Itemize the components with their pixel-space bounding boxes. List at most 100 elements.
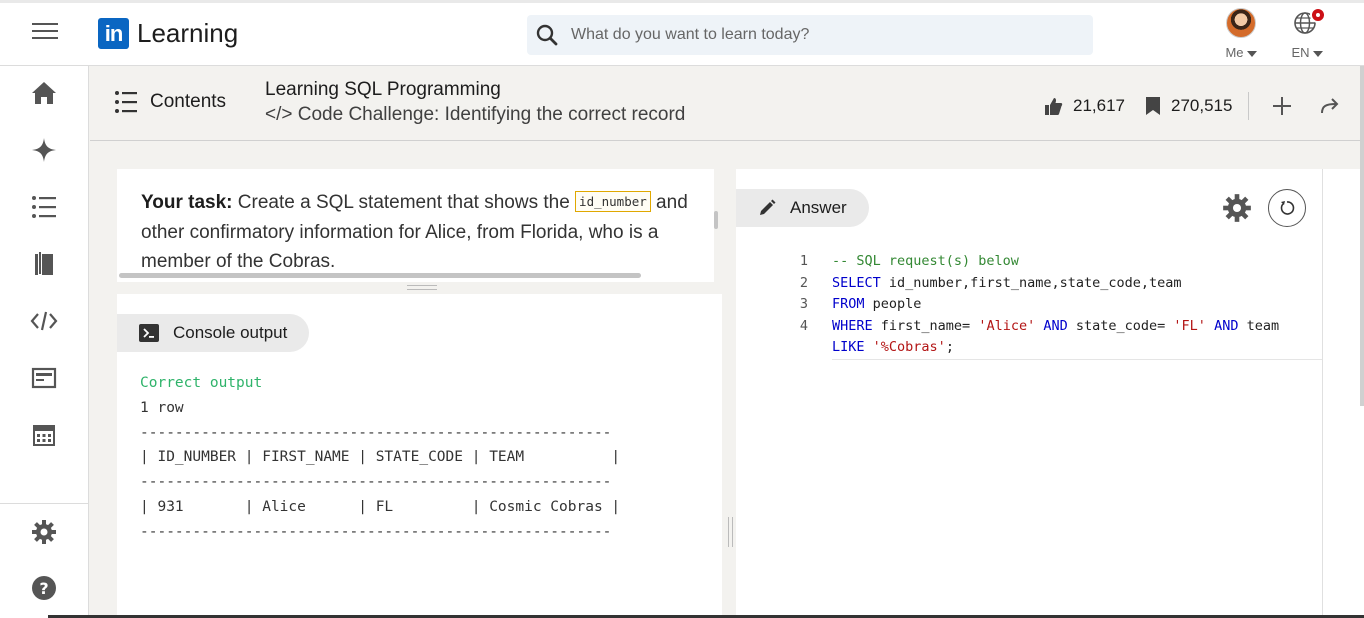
editor-gutter-right: [1322, 169, 1364, 618]
caret-down-icon: [1246, 50, 1257, 57]
status-text: Correct output: [140, 375, 263, 391]
console-output-tab[interactable]: Console output: [117, 314, 310, 352]
answer-panel: Answer 1 -- SQL request(s) below 2 SELECT …: [736, 169, 1332, 618]
list-icon[interactable]: [30, 193, 58, 221]
like-button[interactable]: 21,617: [1043, 96, 1125, 116]
caret-down-icon: [1312, 50, 1323, 57]
calendar-icon[interactable]: [30, 421, 58, 449]
settings-icon[interactable]: [30, 518, 58, 546]
left-sidebar: ?: [0, 66, 89, 618]
code-line: 1 -- SQL request(s) below: [776, 251, 1330, 273]
globe-icon: [1292, 7, 1326, 38]
inline-code: id_number: [575, 191, 651, 212]
code-comment: -- SQL request(s) below: [832, 253, 1019, 269]
avatar[interactable]: [1226, 8, 1256, 38]
saves-count: 270,515: [1171, 96, 1233, 115]
linkedin-logo-mark: in: [98, 18, 129, 49]
code-line: 2 SELECT id_number,first_name,state_code,…: [776, 273, 1330, 295]
add-icon[interactable]: [1267, 91, 1297, 121]
line-number: 2: [799, 274, 809, 291]
linkedin-learning-logo[interactable]: in Learning: [98, 18, 238, 49]
me-menu[interactable]: Me: [1216, 8, 1266, 60]
video-title: </> Code Challenge: Identifying the corr…: [265, 104, 686, 125]
task-description: Your task: Create a SQL statement that s…: [117, 169, 714, 282]
contents-button[interactable]: Contents: [114, 90, 226, 114]
code-icon[interactable]: [30, 307, 58, 335]
keyword: SELECT: [832, 274, 881, 291]
console-output-label: Console output: [173, 323, 288, 342]
vertical-scrollbar[interactable]: [714, 211, 718, 229]
code-text: first_name=: [872, 317, 979, 334]
answer-tab[interactable]: Answer: [736, 189, 869, 227]
grip-icon: [728, 517, 733, 547]
keyword: WHERE: [832, 317, 873, 334]
contents-list-icon: [115, 91, 137, 113]
keyword: LIKE: [832, 339, 865, 355]
search-bar[interactable]: [527, 15, 1093, 55]
language-label: EN: [1291, 45, 1310, 60]
challenge-panel: Your task: Create a SQL statement that s…: [117, 169, 722, 618]
task-text-before: Create a SQL statement that shows the: [232, 192, 576, 213]
library-icon[interactable]: [30, 250, 58, 278]
pencil-icon: [760, 199, 776, 215]
reset-button[interactable]: [1268, 189, 1306, 227]
table-separator: ----------------------------------------…: [140, 523, 612, 540]
code-editor[interactable]: 1 -- SQL request(s) below 2 SELECT id_numb…: [776, 251, 1330, 360]
table-header-row: | ID_NUMBER | FIRST_NAME | STATE_CODE | …: [140, 449, 621, 466]
table-row: | 931 | Alice | FL | Cosmic Cobras |: [140, 498, 621, 515]
thumbs-up-icon: [1045, 98, 1063, 115]
home-icon[interactable]: [30, 79, 58, 107]
top-bar: in Learning Me EN: [0, 0, 1364, 66]
notification-badge: [1310, 7, 1326, 23]
line-number: 4: [799, 317, 809, 334]
certificate-icon[interactable]: [30, 364, 58, 392]
line-number: 1: [799, 253, 809, 269]
code-text: team: [1238, 317, 1280, 334]
string-literal: 'FL': [1173, 317, 1206, 334]
row-count: 1 row: [140, 399, 184, 416]
string-literal: '%Cobras': [872, 339, 946, 355]
menu-icon[interactable]: [32, 23, 58, 43]
me-label: Me: [1225, 45, 1244, 60]
code-line: 4 WHERE first_name= 'Alice' AND state_cod…: [776, 316, 1330, 338]
search-input[interactable]: [571, 26, 1071, 44]
likes-count: 21,617: [1073, 96, 1125, 115]
editor-settings-icon[interactable]: [1222, 193, 1252, 223]
console-text: Correct output 1 row ---------------------…: [140, 371, 620, 545]
horizontal-scrollbar[interactable]: [119, 273, 641, 278]
divider: [1248, 92, 1250, 120]
course-title[interactable]: Learning SQL Programming: [265, 79, 501, 101]
course-header: Contents Learning SQL Programming </> Co…: [90, 66, 1364, 141]
vertical-resize-handle[interactable]: [722, 141, 736, 618]
keyword: AND: [1043, 317, 1068, 334]
reset-icon: [1280, 201, 1295, 215]
terminal-icon: [139, 324, 159, 342]
code-text: id_number,first_name,state_code,team: [880, 274, 1182, 291]
table-separator: ----------------------------------------…: [140, 424, 612, 441]
sparkle-icon[interactable]: [30, 136, 58, 164]
grip-icon: [407, 285, 437, 290]
code-text: state_code=: [1067, 317, 1174, 334]
keyword: FROM: [832, 296, 865, 312]
save-button[interactable]: 270,515: [1145, 96, 1232, 116]
help-icon[interactable]: ?: [30, 574, 58, 602]
language-menu[interactable]: EN: [1282, 7, 1332, 60]
svg-text:?: ?: [39, 579, 48, 598]
logo-text: Learning: [137, 18, 239, 48]
bookmark-icon: [1146, 97, 1160, 115]
console-output-panel: Console output Correct output 1 row ------…: [117, 294, 722, 618]
line-number: 3: [799, 296, 809, 312]
contents-label: Contents: [150, 91, 227, 112]
panel-resize-handle[interactable]: [117, 282, 722, 294]
task-label: Your task:: [141, 192, 233, 213]
code-line: 3 FROM people: [776, 294, 1330, 316]
answer-label: Answer: [790, 198, 847, 217]
code-text: people: [864, 296, 922, 312]
code-text: ;: [945, 339, 954, 355]
course-actions: 21,617 270,515: [1043, 91, 1363, 121]
page-scrollbar[interactable]: [1360, 66, 1364, 406]
code-line: LIKE '%Cobras';: [776, 337, 1330, 360]
search-icon: [536, 24, 558, 46]
share-icon[interactable]: [1315, 91, 1345, 121]
